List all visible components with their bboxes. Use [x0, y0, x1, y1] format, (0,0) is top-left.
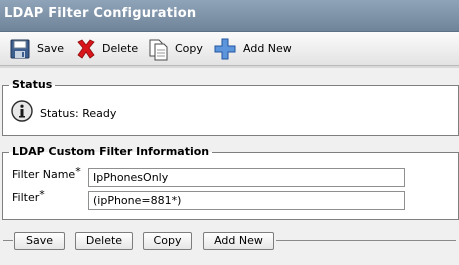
- copy-toolbar-label: Copy: [175, 42, 203, 55]
- copy-toolbar-button[interactable]: Copy: [145, 32, 203, 65]
- add-new-toolbar-button[interactable]: Add New: [211, 32, 293, 65]
- delete-toolbar-button[interactable]: Delete: [72, 32, 139, 65]
- copy-button[interactable]: Copy: [143, 232, 192, 250]
- add-new-toolbar-label: Add New: [243, 42, 292, 55]
- info-icon: [11, 100, 33, 122]
- add-new-button[interactable]: Add New: [203, 232, 274, 250]
- filter-name-label: Filter Name*: [12, 165, 81, 181]
- required-marker: *: [75, 165, 81, 178]
- copy-pages-icon: [149, 39, 168, 61]
- status-text: Status: Ready: [40, 107, 117, 120]
- required-marker: *: [39, 188, 45, 201]
- filter-input[interactable]: [88, 191, 405, 210]
- filter-label: Filter*: [12, 188, 45, 204]
- page-title: LDAP Filter Configuration: [4, 6, 197, 21]
- delete-button[interactable]: Delete: [75, 232, 133, 250]
- filter-name-input[interactable]: [88, 168, 405, 187]
- save-button[interactable]: Save: [14, 232, 65, 250]
- save-toolbar-label: Save: [37, 42, 65, 55]
- toolbar-divider: [0, 66, 459, 68]
- window-titlebar: LDAP Filter Configuration: [0, 0, 459, 32]
- bottom-divider: [3, 240, 13, 241]
- toolbar: Save Delete Copy Add New: [0, 32, 459, 66]
- save-toolbar-button[interactable]: Save: [5, 32, 65, 65]
- ldap-filter-legend: LDAP Custom Filter Information: [12, 145, 210, 158]
- blue-plus-icon: [214, 38, 236, 60]
- bottom-divider: [276, 240, 456, 241]
- status-legend: Status: [12, 78, 53, 91]
- red-x-icon: [77, 39, 95, 59]
- delete-toolbar-label: Delete: [102, 42, 139, 55]
- floppy-disk-icon: [10, 39, 30, 59]
